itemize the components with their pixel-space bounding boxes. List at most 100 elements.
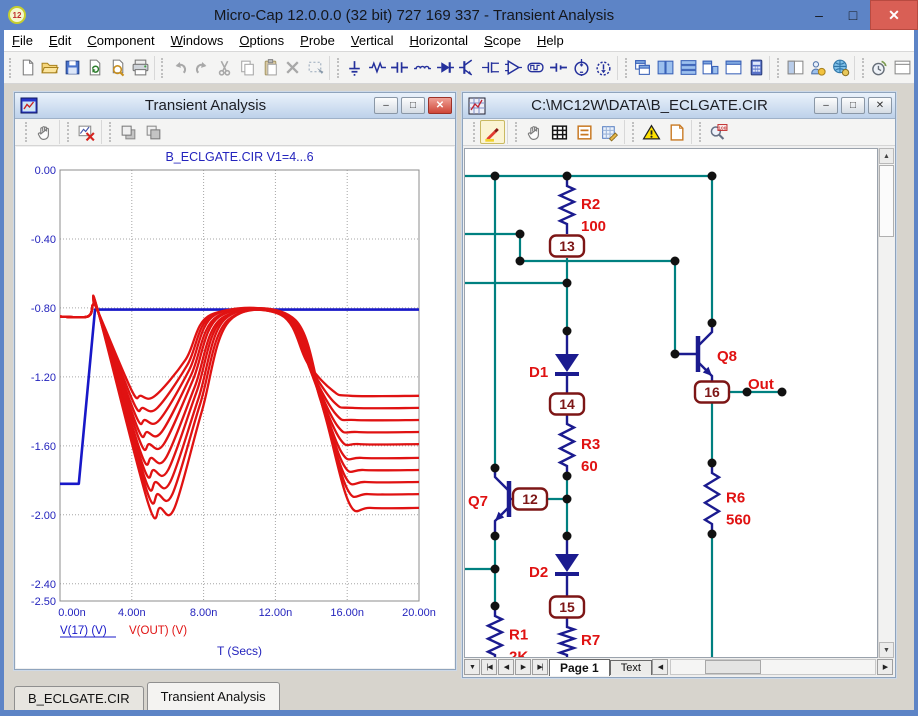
resistor-R6[interactable] — [705, 463, 719, 534]
watch-window-button[interactable] — [891, 55, 914, 81]
to-front-button[interactable] — [116, 120, 141, 144]
diode[interactable] — [555, 354, 579, 372]
resistor-R1[interactable] — [488, 606, 502, 658]
close-button[interactable]: ✕ — [870, 0, 918, 30]
menu-options[interactable]: Options — [231, 30, 292, 51]
probe-select-button[interactable] — [480, 120, 505, 144]
pan-hand-button[interactable] — [32, 120, 57, 144]
document-tab-b-eclgate-cir[interactable]: B_ECLGATE.CIR — [14, 686, 144, 710]
sheet-tab-page-1[interactable]: Page 1 — [549, 659, 610, 676]
resistor-R3[interactable] — [560, 414, 574, 476]
hscroll-right-button[interactable]: ▶ — [877, 659, 893, 675]
arrange-icons-button[interactable] — [700, 55, 723, 81]
print-preview-button[interactable] — [106, 55, 129, 81]
schematic-canvas[interactable]: R2100R360R6560R12KR7780Q7Q81314121516D1D… — [464, 148, 878, 658]
delete-button[interactable] — [281, 55, 304, 81]
new-file-button[interactable] — [16, 55, 39, 81]
ground-button[interactable] — [343, 55, 366, 81]
copy-button[interactable] — [236, 55, 259, 81]
delete-all-objects-button[interactable] — [74, 120, 99, 144]
first-page-button[interactable]: |◀ — [481, 659, 497, 675]
resistor-R2[interactable] — [560, 176, 574, 234]
last-page-button[interactable]: ▶| — [532, 659, 548, 675]
info-table-button[interactable] — [547, 120, 572, 144]
minimize-button[interactable]: – — [802, 0, 836, 30]
save-file-button[interactable] — [61, 55, 84, 81]
calculator-button[interactable] — [745, 55, 768, 81]
inductor-button[interactable] — [411, 55, 434, 81]
maximize-window-button[interactable] — [722, 55, 745, 81]
prev-page-button[interactable]: ◀ — [498, 659, 514, 675]
toolbar-drag-handle — [632, 122, 636, 142]
undo-button[interactable] — [168, 55, 191, 81]
battery-button[interactable] — [547, 55, 570, 81]
tile-vertical-button[interactable] — [654, 55, 677, 81]
plot-close-button[interactable]: ✕ — [428, 97, 452, 114]
menu-probe[interactable]: Probe — [292, 30, 343, 51]
document-tab-transient-analysis[interactable]: Transient Analysis — [147, 682, 280, 710]
print-button[interactable] — [129, 55, 152, 81]
page-edit-button[interactable] — [597, 120, 622, 144]
zoom-100-button[interactable]: 100 — [706, 120, 731, 144]
scroll-up-button[interactable]: ▲ — [879, 148, 894, 164]
text-list-button[interactable] — [572, 120, 597, 144]
cascade-windows-button[interactable] — [632, 55, 655, 81]
horizontal-scroll-thumb[interactable] — [705, 660, 761, 674]
label-R2: R2 — [581, 196, 600, 213]
junction-dot — [778, 388, 787, 397]
next-page-button[interactable]: ▶ — [515, 659, 531, 675]
diode-button[interactable] — [434, 55, 457, 81]
to-back-button[interactable] — [141, 120, 166, 144]
animate-mode-button[interactable] — [869, 55, 892, 81]
nmos-transistor-button[interactable] — [479, 55, 502, 81]
plot-area[interactable]: B_ECLGATE.CIR V1=4...60.00-0.40-0.80-1.2… — [16, 147, 454, 668]
maximize-button[interactable]: □ — [836, 0, 870, 30]
schematic-minimize-button[interactable]: – — [814, 97, 838, 114]
redo-button[interactable] — [191, 55, 214, 81]
hscroll-left-button[interactable]: ◀ — [652, 659, 668, 675]
series-VOUT-9 — [60, 297, 419, 504]
pulse-source-button[interactable] — [524, 55, 547, 81]
page-dropdown-button[interactable]: ▼ — [464, 659, 480, 675]
schematic-restore-button[interactable]: □ — [841, 97, 865, 114]
menu-windows[interactable]: Windows — [163, 30, 232, 51]
menu-help[interactable]: Help — [529, 30, 572, 51]
user-help-button[interactable] — [807, 55, 830, 81]
select-mode-button[interactable] — [304, 55, 327, 81]
component-panel-button[interactable] — [784, 55, 807, 81]
npn-transistor-button[interactable] — [456, 55, 479, 81]
warning-button[interactable] — [639, 120, 664, 144]
resistor-button[interactable] — [366, 55, 389, 81]
capacitor-button[interactable] — [389, 55, 412, 81]
cut-button[interactable] — [213, 55, 236, 81]
open-folder-button[interactable] — [38, 55, 61, 81]
legend-item[interactable]: V(17) (V) — [60, 625, 107, 637]
tile-horizontal-button[interactable] — [677, 55, 700, 81]
menu-file[interactable]: File — [4, 30, 41, 51]
voltage-source-button[interactable] — [570, 55, 593, 81]
menu-edit[interactable]: Edit — [41, 30, 79, 51]
toolbar-separator — [507, 120, 508, 144]
legend-item[interactable]: V(OUT) (V) — [129, 625, 187, 637]
vertical-scroll-thumb[interactable] — [879, 165, 894, 237]
schematic-close-button[interactable]: ✕ — [868, 97, 892, 114]
opamp-button[interactable] — [502, 55, 525, 81]
toolbar-drag-handle — [862, 58, 866, 78]
current-source-button[interactable] — [592, 55, 615, 81]
svg-text:0.00: 0.00 — [35, 165, 56, 177]
menu-scope[interactable]: Scope — [476, 30, 529, 51]
web-updates-button[interactable] — [829, 55, 852, 81]
plot-minimize-button[interactable]: – — [374, 97, 398, 114]
plot-restore-button[interactable]: □ — [401, 97, 425, 114]
menu-component[interactable]: Component — [79, 30, 162, 51]
pan-hand-button[interactable] — [522, 120, 547, 144]
diode[interactable] — [555, 554, 579, 572]
revert-file-button[interactable] — [84, 55, 107, 81]
paste-button[interactable] — [259, 55, 282, 81]
menu-horizontal[interactable]: Horizontal — [402, 30, 477, 51]
resistor-R7[interactable] — [560, 617, 574, 658]
menu-vertical[interactable]: Vertical — [343, 30, 402, 51]
scroll-down-button[interactable]: ▼ — [879, 642, 894, 658]
text-doc-button[interactable] — [664, 120, 689, 144]
sheet-tab-text[interactable]: Text — [610, 660, 652, 675]
